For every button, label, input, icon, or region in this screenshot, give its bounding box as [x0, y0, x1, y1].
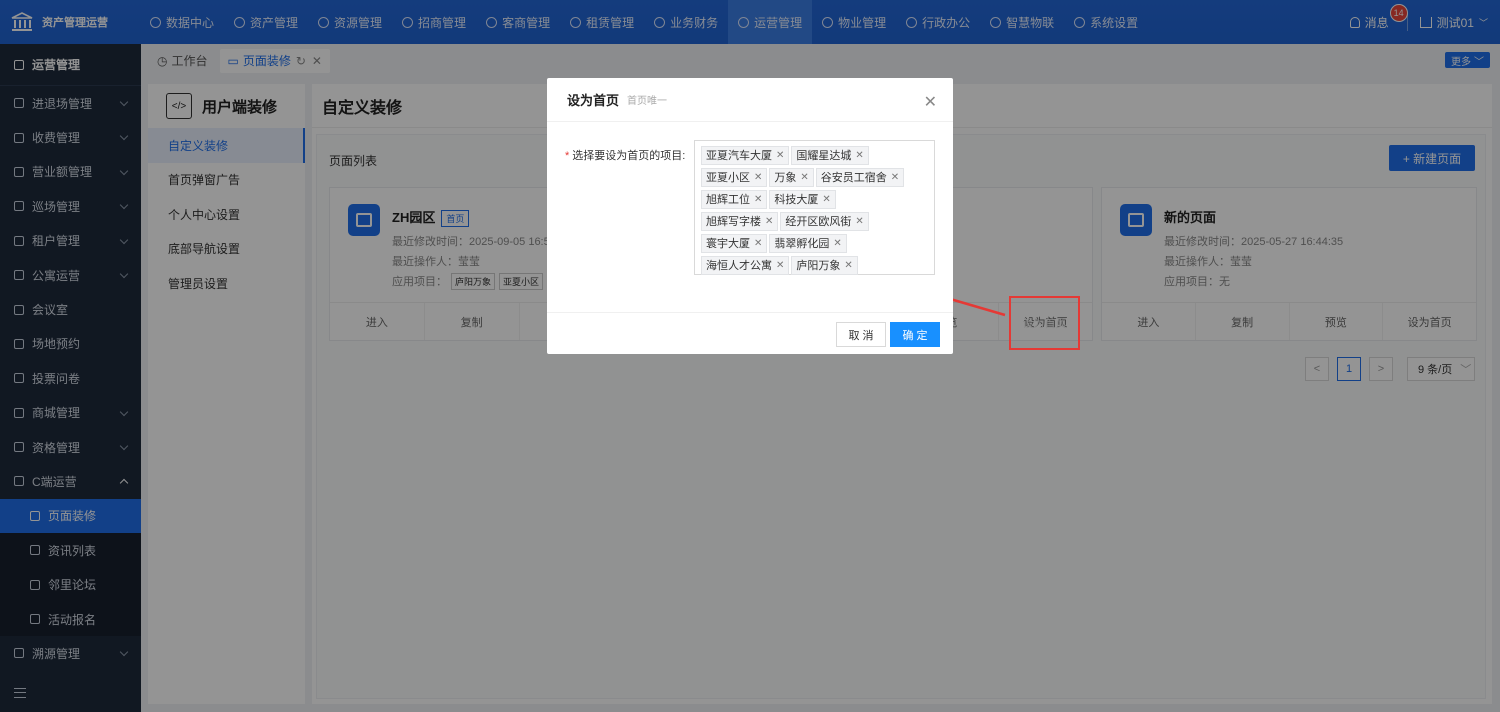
select-tag: 寰宇大厦 ✕	[701, 233, 768, 253]
tag-label: 万象	[774, 172, 797, 184]
tag-remove-icon[interactable]: ✕	[833, 238, 841, 249]
set-homepage-dialog: 设为首页 首页唯一 ✕ * 选择要设为首页的项目: 亚夏汽车大厦 ✕ 国耀星达城 ✕ 亚夏…	[547, 78, 953, 354]
tag-label: 亚夏小区	[706, 172, 750, 184]
tag-remove-icon[interactable]: ✕	[776, 260, 784, 271]
tag-remove-icon[interactable]: ✕	[855, 150, 863, 161]
select-tag: 亚夏汽车大厦 ✕	[701, 145, 790, 165]
select-tag: 谷安员工宿舍 ✕	[815, 167, 905, 187]
tag-remove-icon[interactable]: ✕	[754, 238, 762, 249]
tag-label: 科技大厦	[774, 194, 819, 206]
tag-label: 翡翠孵化园	[774, 238, 830, 250]
tag-remove-icon[interactable]: ✕	[844, 260, 852, 271]
dialog-subtitle: 首页唯一	[627, 96, 668, 107]
select-tag: 旭辉工位 ✕	[701, 189, 768, 209]
cancel-button[interactable]: 取 消	[836, 322, 886, 347]
tag-remove-icon[interactable]: ✕	[891, 172, 899, 183]
tag-remove-icon[interactable]: ✕	[800, 172, 808, 183]
select-tag: 海恒人才公寓 ✕	[701, 255, 790, 275]
select-tag: 万象 ✕	[769, 167, 814, 187]
tag-label: 经开区欧风街	[785, 216, 852, 228]
project-multi-select[interactable]: 亚夏汽车大厦 ✕ 国耀星达城 ✕ 亚夏小区 ✕ 万象 ✕ 谷安员工宿舍 ✕ 旭辉工位 ✕ 科技大厦 ✕…	[694, 140, 935, 275]
dialog-footer: 取 消 确 定	[547, 312, 953, 354]
tag-remove-icon[interactable]: ✕	[765, 216, 773, 227]
tag-remove-icon[interactable]: ✕	[754, 194, 762, 205]
select-tag: 亚夏小区 ✕	[701, 167, 768, 187]
set-homepage-button-highlighted[interactable]: 设为首页	[1023, 315, 1067, 331]
tag-label: 旭辉写字楼	[706, 216, 761, 228]
project-select-label: * 选择要设为首页的项目:	[565, 150, 686, 162]
select-tag: 翡翠孵化园 ✕	[769, 233, 847, 253]
close-icon[interactable]: ✕	[924, 92, 937, 112]
tag-label: 旭辉工位	[706, 194, 750, 206]
tag-label: 寰宇大厦	[706, 238, 750, 250]
tag-remove-icon[interactable]: ✕	[855, 216, 863, 227]
dialog-title: 设为首页	[567, 93, 620, 108]
confirm-button[interactable]: 确 定	[890, 322, 940, 347]
tag-remove-icon[interactable]: ✕	[822, 194, 830, 205]
select-tag: 国耀星达城 ✕	[791, 145, 869, 165]
select-tag: 旭辉写字楼 ✕	[701, 211, 779, 231]
dialog-header: 设为首页 首页唯一	[547, 78, 953, 122]
label-text: 选择要设为首页的项目:	[572, 150, 686, 162]
tag-remove-icon[interactable]: ✕	[754, 172, 762, 183]
tag-remove-icon[interactable]: ✕	[776, 150, 784, 161]
tag-label: 谷安员工宿舍	[820, 172, 887, 184]
tag-label: 亚夏汽车大厦	[706, 150, 772, 162]
annotation-highlight-box: 设为首页	[1009, 296, 1080, 350]
tag-label: 国耀星达城	[796, 150, 852, 162]
tag-label: 庐阳万象	[796, 260, 841, 272]
tag-label: 海恒人才公寓	[706, 260, 772, 272]
select-tag: 庐阳万象 ✕	[791, 255, 858, 275]
select-tag: 科技大厦 ✕	[769, 189, 836, 209]
select-tag: 经开区欧风街 ✕	[780, 211, 869, 231]
